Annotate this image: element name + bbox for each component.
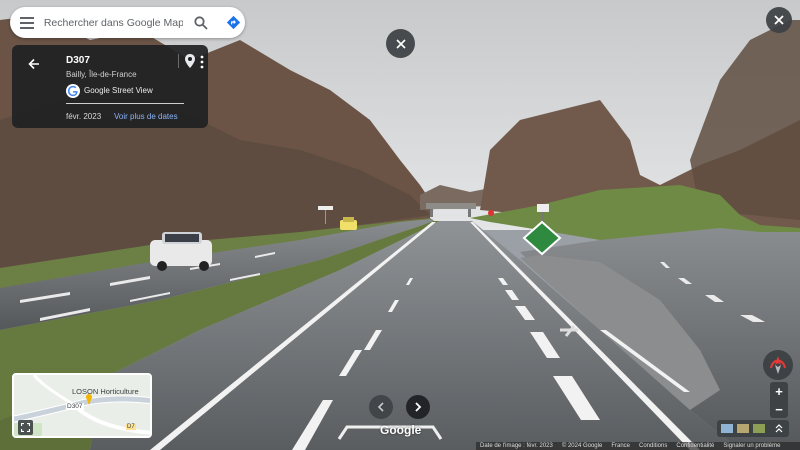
location-pin-icon[interactable] xyxy=(183,53,197,69)
directions-icon[interactable] xyxy=(221,11,245,35)
report-problem-link[interactable]: Signaler un problème xyxy=(719,443,785,449)
thumbnail[interactable] xyxy=(737,424,749,433)
privacy-link[interactable]: Confidentialité xyxy=(672,443,719,449)
more-dates-link[interactable]: Voir plus de dates xyxy=(114,112,178,121)
attribution-bar: Date de l'image : févr. 2023 © 2024 Goog… xyxy=(476,442,800,450)
exit-street-view-icon[interactable] xyxy=(766,7,792,33)
minimap-road-label: D307 xyxy=(66,403,84,410)
zoom-out-button[interactable]: − xyxy=(770,400,788,418)
more-options-icon[interactable] xyxy=(198,54,206,70)
search-icon[interactable] xyxy=(189,11,213,35)
google-logo-icon xyxy=(66,84,80,98)
zoom-controls: + − xyxy=(770,382,788,418)
search-input[interactable] xyxy=(43,16,184,29)
copyright-text: © 2024 Google xyxy=(561,443,603,449)
street-view-brand: Google Street View xyxy=(84,86,153,95)
imagery-thumbnails xyxy=(717,420,789,437)
minimap-place-label: LOSON Horticulture xyxy=(72,387,139,396)
location-subtitle: Bailly, Île-de-France xyxy=(66,70,137,79)
terms-link[interactable]: Conditions xyxy=(635,443,672,449)
divider xyxy=(178,54,179,68)
location-info-card: D307 Bailly, Île-de-France Google Street… xyxy=(12,45,208,128)
thumbnail[interactable] xyxy=(753,424,765,433)
next-arrow-icon[interactable] xyxy=(406,395,430,419)
capture-date: févr. 2023 xyxy=(66,112,102,121)
divider xyxy=(66,103,184,104)
back-arrow-icon[interactable] xyxy=(24,54,44,74)
overpass-bridge xyxy=(426,203,476,209)
mini-map[interactable]: LOSON Horticulture D307 D7 xyxy=(12,373,152,438)
expand-up-icon[interactable] xyxy=(775,420,783,438)
zoom-in-button[interactable]: + xyxy=(770,382,788,400)
image-date-text: Date de l'image : févr. 2023 xyxy=(480,443,553,449)
menu-icon[interactable] xyxy=(10,7,44,38)
search-box[interactable] xyxy=(10,7,245,38)
compass-icon[interactable] xyxy=(763,350,793,380)
street-view-viewer[interactable]: D307 Bailly, Île-de-France Google Street… xyxy=(0,0,800,450)
country-link[interactable]: France xyxy=(607,443,635,449)
previous-arrow-icon[interactable] xyxy=(369,395,393,419)
thumbnail[interactable] xyxy=(721,424,733,433)
close-icon[interactable] xyxy=(386,29,415,58)
location-title: D307 xyxy=(66,55,90,66)
expand-map-icon[interactable] xyxy=(18,420,33,435)
google-watermark: Google xyxy=(380,423,422,437)
minimap-road-label: D7 xyxy=(126,424,136,430)
